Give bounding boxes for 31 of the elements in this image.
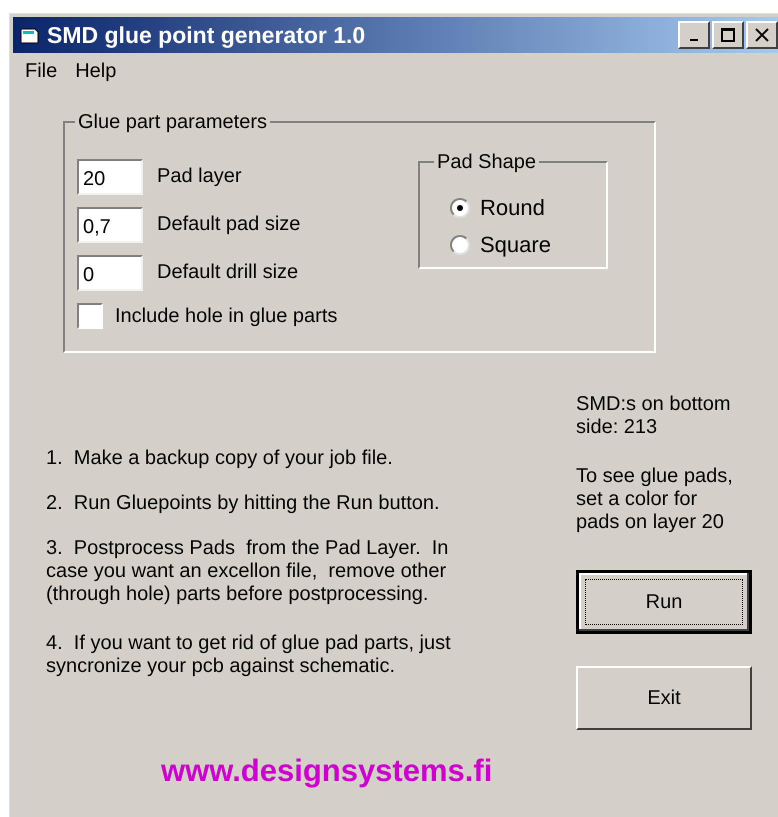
text-field[interactable]: 0: [77, 255, 143, 291]
run-button[interactable]: Run: [576, 570, 752, 634]
status-text: To see glue pads, set a color for pads on layer 20: [576, 465, 734, 534]
radio-button[interactable]: [450, 198, 470, 218]
minimize-icon: [690, 39, 698, 41]
exit-button[interactable]: Exit: [576, 666, 752, 730]
radio-button[interactable]: [450, 234, 470, 254]
field-label: Default pad size: [157, 212, 300, 237]
maximize-button[interactable]: [712, 21, 744, 49]
radio-label: Round: [480, 194, 545, 222]
instruction-text: 1. Make a backup copy of your job file.: [46, 447, 394, 470]
status-text: SMD:s on bottom side: 213: [576, 393, 732, 439]
instruction-text: 2. Run Gluepoints by hitting the Run button.: [46, 492, 441, 515]
radio-label: Square: [480, 231, 551, 259]
group-title: Pad Shape: [436, 150, 537, 175]
menu-item[interactable]: File: [19, 56, 64, 86]
field-label: Default drill size: [157, 260, 298, 285]
text-field[interactable]: 20: [77, 159, 143, 195]
window-title: SMD glue point generator 1.0: [47, 20, 366, 50]
checkbox[interactable]: [77, 303, 103, 329]
field-label: Pad layer: [157, 164, 242, 189]
menu-item[interactable]: Help: [69, 56, 122, 86]
checkbox-label: Include hole in glue parts: [115, 304, 338, 329]
text-field[interactable]: 0,7: [77, 207, 143, 243]
group-title: Glue part parameters: [77, 110, 268, 135]
close-button[interactable]: [746, 21, 778, 49]
instruction-text: 3. Postprocess Pads from the Pad Layer. In case you want an excellon file, remove other (through hole) parts before postprocessing.: [46, 537, 450, 606]
maximize-icon: [721, 28, 735, 42]
minimize-button[interactable]: [678, 21, 710, 49]
close-icon: [755, 28, 769, 42]
instruction-text: 4. If you want to get rid of glue pad parts, just syncronize your pcb against schematic.: [46, 632, 452, 678]
